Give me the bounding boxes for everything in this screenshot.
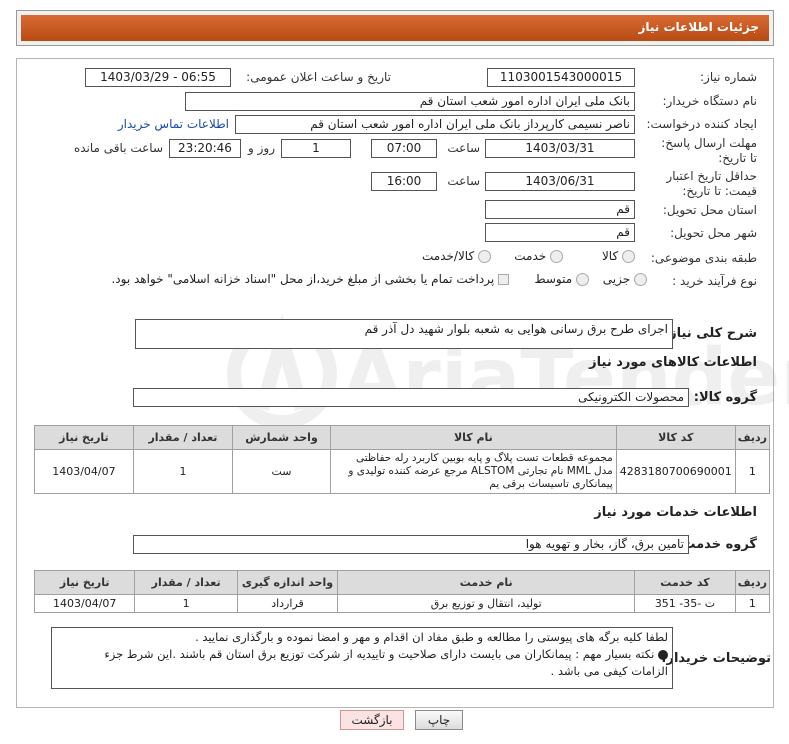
- reply-deadline-label: مهلت ارسال پاسخ: تا تاریخ:: [661, 136, 757, 165]
- table-cell: 1: [132, 449, 234, 494]
- table-cell: ت -35- 351: [634, 594, 736, 613]
- column-header: کد کالا: [615, 425, 736, 450]
- validity-time-label: ساعت: [447, 174, 480, 188]
- category-option-goods[interactable]: کالا: [602, 249, 635, 263]
- buyer-notes-box: لطفا کلیه برگه های پیوستی را مطالعه و طب…: [51, 627, 673, 689]
- table-cell: 4283180700690001: [615, 449, 736, 494]
- column-header: تاریخ نیاز: [34, 425, 134, 450]
- process-option-medium[interactable]: متوسط: [534, 272, 589, 286]
- process-label: نوع فرآیند خرید :: [672, 274, 757, 288]
- column-header: واحد اندازه گیری: [236, 570, 339, 595]
- column-header: تعداد / مقدار: [134, 570, 238, 595]
- table-row: 1 4283180700690001 مجموعه قطعات تست پلاگ و…: [34, 449, 771, 494]
- column-header: تاریخ نیاز: [33, 570, 136, 595]
- need-number-label: شماره نیاز:: [700, 70, 757, 84]
- treasury-payment-option[interactable]: پرداخت تمام یا بخشی از مبلغ خرید،از محل …: [111, 272, 509, 286]
- validity-time-field: 16:00: [371, 172, 437, 191]
- buyer-contact-link[interactable]: اطلاعات تماس خریدار: [118, 117, 229, 131]
- table-cell: 1403/04/07: [33, 594, 136, 613]
- buyer-notes-line: نکته بسیار مهم : پیمانکاران می بایست دار…: [56, 646, 668, 663]
- buyer-notes-line: لطفا کلیه برگه های پیوستی را مطالعه و طب…: [195, 630, 668, 644]
- province-field: قم: [485, 200, 635, 219]
- radio-icon[interactable]: [634, 273, 647, 286]
- announce-field: 1403/03/29 - 06:55: [85, 68, 231, 87]
- description-field: اجرای طرح برق رسانی هوایی به شعبه بلوار …: [135, 319, 673, 349]
- print-button[interactable]: چاپ: [415, 710, 463, 730]
- table-cell: تولید، انتقال و توزیع برق: [337, 594, 636, 613]
- description-label: شرح کلی نیاز:: [663, 326, 757, 341]
- remaining-label: ساعت باقی مانده: [73, 141, 163, 155]
- buyer-notes-label: توضیحات خریدار:: [661, 651, 771, 666]
- table-cell: 1: [734, 594, 771, 613]
- column-header: نام خدمت: [337, 570, 636, 595]
- checkbox-icon[interactable]: [498, 274, 509, 285]
- column-header: کد خدمت: [634, 570, 736, 595]
- category-label: طبقه بندی موضوعی:: [650, 251, 757, 265]
- process-option-minor[interactable]: جزیی: [603, 272, 647, 286]
- services-group-label: گروه خدمت:: [677, 537, 757, 552]
- table-cell: ست: [232, 449, 331, 494]
- goods-table: ردیف کد کالا نام کالا واحد شمارش تعداد / مقد…: [34, 425, 771, 494]
- bullet-icon: [658, 649, 668, 660]
- column-header: ردیف: [734, 570, 771, 595]
- goods-section-title: اطلاعات کالاهای مورد نیاز: [589, 355, 757, 370]
- details-panel: AriaTender.neT شماره نیاز: 1103001543000…: [16, 58, 789, 708]
- table-cell: 1: [734, 449, 771, 494]
- goods-group-label: گروه کالا:: [693, 390, 757, 405]
- radio-icon[interactable]: [576, 273, 589, 286]
- days-field: 1: [281, 139, 351, 158]
- services-group-field: تامین برق، گاز، بخار و تهویه هوا: [133, 535, 689, 554]
- remaining-time-field: 23:20:46: [169, 139, 241, 158]
- radio-icon[interactable]: [478, 250, 491, 263]
- category-option-service[interactable]: خدمت: [514, 249, 563, 263]
- city-field: قم: [485, 223, 635, 242]
- table-cell: 1: [134, 594, 238, 613]
- table-cell: قرارداد: [236, 594, 339, 613]
- days-label: روز و: [248, 141, 275, 155]
- need-number-field: 1103001543000015: [487, 68, 635, 87]
- column-header: ردیف: [734, 425, 771, 450]
- column-header: نام کالا: [329, 425, 617, 450]
- validity-label: حداقل تاریخ اعتبار قیمت: تا تاریخ:: [666, 169, 757, 198]
- column-header: واحد شمارش: [232, 425, 331, 450]
- radio-icon[interactable]: [622, 250, 635, 263]
- validity-date-field: 1403/06/31: [485, 172, 635, 191]
- radio-icon[interactable]: [550, 250, 563, 263]
- services-table: ردیف کد خدمت نام خدمت واحد اندازه گیری تعداد…: [33, 570, 771, 613]
- table-row: 1ت -35- 351 تولید، انتقال و توزیع برق قرار…: [33, 594, 771, 613]
- creator-field: ناصر نسیمی کارپرداز بانک ملی ایران اداره…: [235, 115, 635, 134]
- header-frame: جزئیات اطلاعات نیاز: [16, 10, 774, 46]
- creator-label: ایجاد کننده درخواست:: [646, 117, 757, 131]
- services-section-title: اطلاعات خدمات مورد نیاز: [594, 505, 757, 520]
- column-header: تعداد / مقدار: [132, 425, 234, 450]
- announce-label: تاریخ و ساعت اعلان عمومی:: [246, 70, 391, 84]
- province-label: استان محل تحویل:: [662, 203, 757, 217]
- reply-time-field: 07:00: [371, 139, 437, 158]
- buyer-org-label: نام دستگاه خریدار:: [662, 94, 758, 108]
- buyer-notes-line: الزامات کیفی می باشد .: [550, 664, 668, 678]
- reply-time-label: ساعت: [447, 141, 480, 155]
- goods-group-field: محصولات الکترونیکی: [133, 388, 689, 407]
- page-title: جزئیات اطلاعات نیاز: [21, 15, 769, 41]
- category-option-goods-service[interactable]: کالا/خدمت: [422, 249, 491, 263]
- services-table-header: ردیف کد خدمت نام خدمت واحد اندازه گیری تعداد…: [33, 570, 771, 595]
- city-label: شهر محل تحویل:: [670, 226, 757, 240]
- buyer-org-field: بانک ملی ایران اداره امور شعب استان قم: [185, 92, 635, 111]
- table-cell: مجموعه قطعات تست پلاگ و پایه بوبین کاربر…: [329, 449, 617, 494]
- table-cell: 1403/04/07: [34, 449, 134, 494]
- goods-table-header: ردیف کد کالا نام کالا واحد شمارش تعداد / مقد…: [34, 425, 771, 450]
- reply-date-field: 1403/03/31: [485, 139, 635, 158]
- back-button[interactable]: بازگشت: [340, 710, 404, 730]
